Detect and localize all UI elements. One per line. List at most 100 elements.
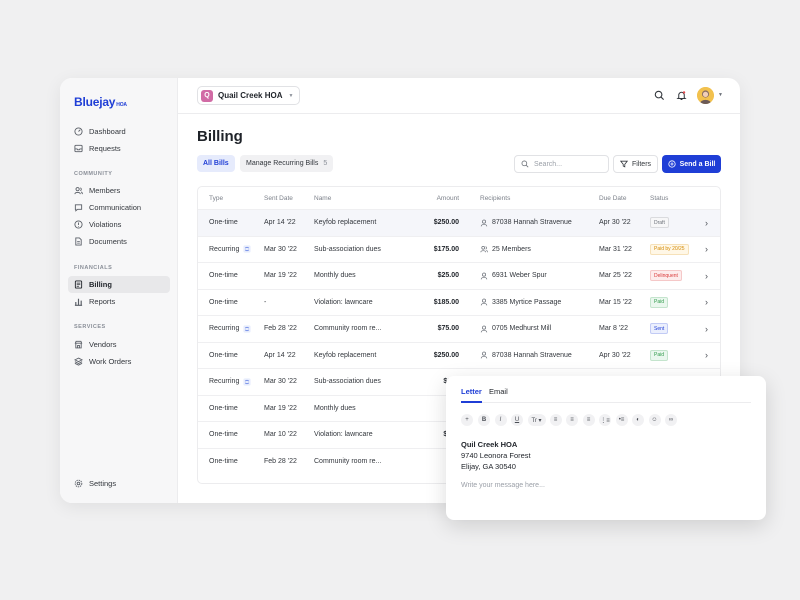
table-row[interactable]: One-time Mar 19 '22 Monthly dues $25.00 6931… bbox=[198, 262, 720, 289]
numbered-list-icon[interactable]: ⋮≡ bbox=[599, 414, 611, 426]
table-row[interactable]: Recurring Mar 30 '22 Sub-association dues $… bbox=[198, 235, 720, 263]
chevron-right-icon[interactable]: › bbox=[705, 210, 708, 236]
brand-suffix: HOA bbox=[116, 102, 127, 108]
address-name: Quil Creek HOA bbox=[461, 440, 518, 449]
type-label: One-time bbox=[209, 351, 238, 359]
recipients-label: 0705 Medhurst Mill bbox=[492, 325, 552, 333]
search-icon bbox=[521, 160, 529, 168]
tab-email[interactable]: Email bbox=[489, 387, 508, 396]
sidebar-item-label: Violations bbox=[89, 220, 122, 229]
search-icon[interactable] bbox=[654, 90, 665, 101]
brand-logo[interactable]: BluejayHOA bbox=[74, 95, 127, 109]
paint-icon[interactable]: ◐ bbox=[632, 414, 644, 426]
plus-circle-icon bbox=[667, 160, 676, 168]
table-row[interactable]: One-time Apr 14 '22 Keyfob replacement $250… bbox=[198, 209, 720, 236]
sidebar: BluejayHOA Dashboard Requests COMMUNITY … bbox=[60, 78, 178, 503]
sidebar-item-label: Work Orders bbox=[89, 357, 132, 366]
cell-status: Paid bbox=[650, 343, 669, 369]
column-header-recipients[interactable]: Recipients bbox=[480, 187, 510, 209]
align-left-icon[interactable]: ≡ bbox=[549, 414, 562, 426]
table-row[interactable]: Recurring Feb 28 '22 Community room re... $… bbox=[198, 315, 720, 342]
cell-due-date: Apr 30 '22 bbox=[599, 351, 631, 359]
search-input[interactable]: Search... bbox=[514, 155, 609, 173]
address-line-1: 9740 Leonora Forest bbox=[461, 451, 531, 460]
table-row[interactable]: One-time Apr 14 '22 Keyfob replacement $250… bbox=[198, 341, 720, 369]
bullet-list-icon[interactable]: •≡ bbox=[615, 414, 628, 426]
sidebar-item-members[interactable]: Members bbox=[68, 182, 170, 199]
emoji-icon[interactable]: ☺ bbox=[648, 414, 661, 426]
column-header-type[interactable]: Type bbox=[209, 187, 223, 209]
italic-icon[interactable]: I bbox=[494, 414, 507, 426]
plus-icon[interactable]: + bbox=[461, 414, 473, 426]
sidebar-item-documents[interactable]: Documents bbox=[68, 233, 170, 250]
column-header-amount[interactable]: Amount bbox=[437, 187, 459, 209]
sidebar-item-vendors[interactable]: Vendors bbox=[68, 336, 170, 353]
tab-letter[interactable]: Letter bbox=[461, 387, 482, 396]
cell-recipients: 87038 Hannah Stravenue bbox=[480, 210, 572, 236]
gear-icon bbox=[74, 479, 83, 488]
status-badge: Delinquent bbox=[650, 270, 682, 282]
text-size-icon[interactable]: Tr ▾ bbox=[527, 414, 546, 426]
sidebar-item-billing[interactable]: Billing bbox=[68, 276, 170, 293]
sidebar-item-dashboard[interactable]: Dashboard bbox=[68, 123, 170, 140]
page-title: Billing bbox=[197, 128, 243, 145]
align-right-icon[interactable]: ≡ bbox=[582, 414, 595, 426]
tab-all-bills[interactable]: All Bills bbox=[197, 155, 235, 172]
chevron-right-icon[interactable]: › bbox=[705, 343, 708, 369]
sidebar-item-label: Members bbox=[89, 186, 121, 195]
message-input[interactable]: Write your message here... bbox=[461, 482, 545, 489]
cell-type: One-time bbox=[209, 210, 238, 236]
cell-name: Sub-association dues bbox=[314, 245, 381, 253]
align-center-icon[interactable]: ≡ bbox=[566, 414, 578, 426]
recurring-icon bbox=[243, 378, 251, 386]
sidebar-item-work-orders[interactable]: Work Orders bbox=[68, 353, 170, 370]
sidebar-item-requests[interactable]: Requests bbox=[68, 140, 170, 157]
user-icon bbox=[480, 219, 488, 227]
user-icon bbox=[480, 351, 488, 359]
chevron-down-icon[interactable]: ▼ bbox=[718, 92, 723, 98]
cell-sent-date: - bbox=[264, 298, 267, 306]
section-header-financials: FINANCIALS bbox=[74, 265, 113, 271]
avatar[interactable] bbox=[697, 87, 714, 104]
sidebar-item-reports[interactable]: Reports bbox=[68, 293, 170, 310]
cell-recipients: 6931 Weber Spur bbox=[480, 263, 547, 289]
cell-sent-date: Mar 10 '22 bbox=[264, 431, 297, 439]
cell-recipients: 87038 Hannah Stravenue bbox=[480, 343, 572, 369]
sidebar-item-label: Documents bbox=[89, 237, 127, 246]
chevron-right-icon[interactable]: › bbox=[705, 263, 708, 289]
store-icon bbox=[74, 340, 83, 349]
link-icon[interactable]: ∞ bbox=[665, 414, 677, 426]
send-bill-button[interactable]: Send a Bill bbox=[662, 155, 721, 173]
filters-button[interactable]: Filters bbox=[613, 155, 658, 173]
recurring-icon bbox=[243, 245, 251, 253]
chevron-right-icon[interactable]: › bbox=[705, 237, 708, 263]
active-tab-indicator bbox=[461, 401, 482, 403]
column-header-due-date[interactable]: Due Date bbox=[599, 187, 626, 209]
sidebar-item-communication[interactable]: Communication bbox=[68, 199, 170, 216]
column-header-status[interactable]: Status bbox=[650, 187, 668, 209]
table-row[interactable]: One-time - Violation: lawncare $185.00 3385 … bbox=[198, 288, 720, 316]
cell-status: Draft bbox=[650, 210, 669, 236]
letter-composer-panel: Letter Email + B I U Tr ▾ ≡ ≡ ≡ ⋮≡ •≡ ◐ ☺ ∞ Quil Cre… bbox=[446, 376, 766, 520]
cell-due-date: Mar 25 '22 bbox=[599, 272, 632, 280]
chevron-right-icon[interactable]: › bbox=[705, 316, 708, 342]
recipients-label: 6931 Weber Spur bbox=[492, 272, 547, 280]
underline-icon[interactable]: U bbox=[511, 414, 523, 426]
sidebar-item-violations[interactable]: Violations bbox=[68, 216, 170, 233]
bell-icon[interactable] bbox=[676, 90, 687, 101]
sidebar-item-settings[interactable]: Settings bbox=[68, 475, 170, 492]
cell-sent-date: Mar 30 '22 bbox=[264, 245, 297, 253]
chevron-right-icon[interactable]: › bbox=[705, 290, 708, 316]
column-header-name[interactable]: Name bbox=[314, 187, 331, 209]
tab-manage-recurring-bills[interactable]: Manage Recurring Bills 5 bbox=[240, 155, 334, 172]
bold-icon[interactable]: B bbox=[478, 414, 490, 426]
cell-sent-date: Feb 28 '22 bbox=[264, 457, 297, 465]
cell-amount: $250.00 bbox=[433, 351, 459, 359]
column-header-sent-date[interactable]: Sent Date bbox=[264, 187, 293, 209]
chat-icon bbox=[74, 204, 83, 212]
sidebar-item-label: Reports bbox=[89, 297, 116, 306]
sidebar-item-label: Communication bbox=[89, 203, 142, 212]
cell-amount: $25.00 bbox=[437, 272, 459, 280]
layers-icon bbox=[74, 357, 83, 366]
org-selector[interactable]: Q Quail Creek HOA ▼ bbox=[197, 86, 301, 105]
